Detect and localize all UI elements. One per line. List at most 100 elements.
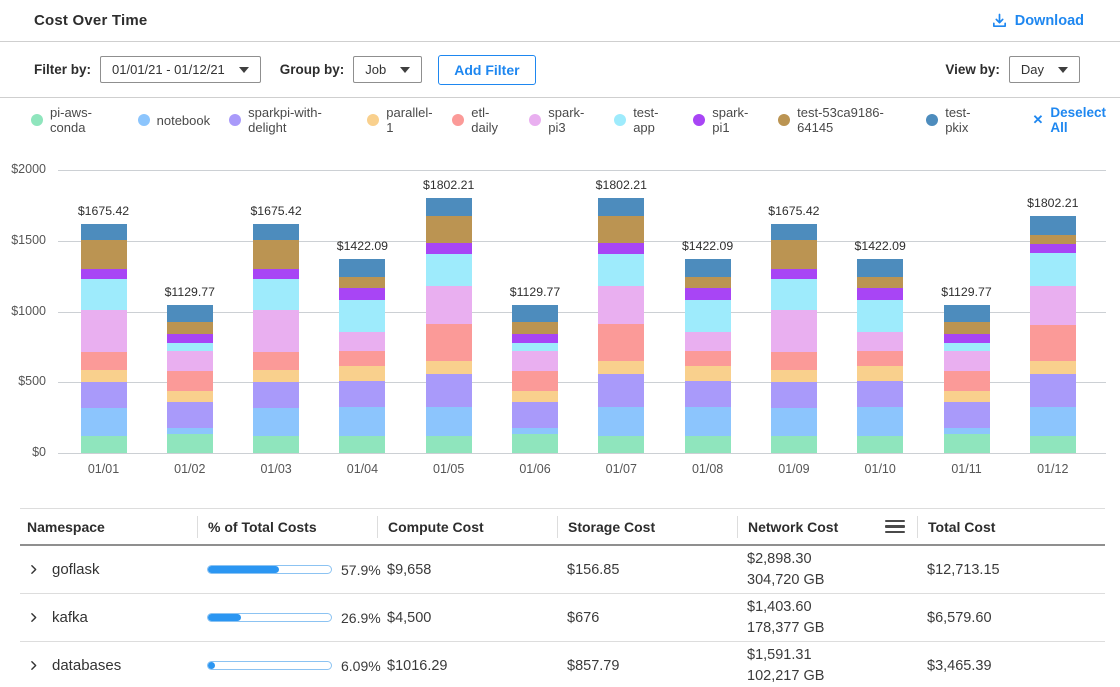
bar-segment-etl-daily[interactable] xyxy=(253,352,299,370)
bar-segment-etl-daily[interactable] xyxy=(512,371,558,391)
bar-segment-test-pkix[interactable] xyxy=(512,305,558,323)
bar-segment-pi-aws-conda[interactable] xyxy=(771,436,817,453)
bar-segment-notebook[interactable] xyxy=(1030,407,1076,436)
bar-segment-notebook[interactable] xyxy=(857,407,903,436)
bar-segment-etl-daily[interactable] xyxy=(771,352,817,370)
legend-item-parallel-1[interactable]: parallel-1 xyxy=(367,105,433,135)
bar-segment-spark-pi3[interactable] xyxy=(1030,286,1076,324)
bar-segment-sparkpi-with-delight[interactable] xyxy=(1030,374,1076,407)
bar-segment-sparkpi-with-delight[interactable] xyxy=(512,402,558,428)
bar-segment-spark-pi1[interactable] xyxy=(1030,244,1076,253)
bar-segment-spark-pi3[interactable] xyxy=(857,332,903,351)
download-button[interactable]: Download xyxy=(991,12,1084,29)
bar-segment-test-app[interactable] xyxy=(598,254,644,287)
group-by-select[interactable]: Job xyxy=(353,56,422,83)
stacked-bar[interactable] xyxy=(1030,216,1076,453)
bar-segment-parallel-1[interactable] xyxy=(81,370,127,382)
bar-segment-spark-pi3[interactable] xyxy=(81,310,127,352)
bar-segment-pi-aws-conda[interactable] xyxy=(685,436,731,453)
bar-segment-test-pkix[interactable] xyxy=(1030,216,1076,234)
bar-segment-test-app[interactable] xyxy=(771,279,817,310)
stacked-bar[interactable] xyxy=(339,259,385,453)
bar-segment-spark-pi3[interactable] xyxy=(944,351,990,371)
bar-segment-test-app[interactable] xyxy=(944,343,990,350)
stacked-bar[interactable] xyxy=(685,259,731,453)
bar-segment-spark-pi3[interactable] xyxy=(253,310,299,352)
bar-segment-test-pkix[interactable] xyxy=(857,259,903,278)
bar-segment-etl-daily[interactable] xyxy=(685,351,731,365)
table-row-kafka[interactable]: kafka26.9%$4,500$676$1,403.60178,377 GB$… xyxy=(20,594,1105,642)
bar-segment-sparkpi-with-delight[interactable] xyxy=(771,382,817,408)
bar-segment-notebook[interactable] xyxy=(771,408,817,436)
bar-segment-pi-aws-conda[interactable] xyxy=(81,436,127,453)
bar-segment-spark-pi1[interactable] xyxy=(771,269,817,279)
bar-segment-test-app[interactable] xyxy=(512,343,558,350)
bar-segment-test-app[interactable] xyxy=(253,279,299,310)
bar-segment-pi-aws-conda[interactable] xyxy=(253,436,299,453)
bar-segment-spark-pi3[interactable] xyxy=(426,286,472,324)
bar-segment-spark-pi1[interactable] xyxy=(81,269,127,279)
bar-segment-pi-aws-conda[interactable] xyxy=(944,434,990,453)
bar-segment-test-pkix[interactable] xyxy=(339,259,385,278)
bar-segment-spark-pi1[interactable] xyxy=(857,288,903,300)
bar-segment-parallel-1[interactable] xyxy=(944,391,990,403)
bar-segment-etl-daily[interactable] xyxy=(598,324,644,361)
bar-segment-spark-pi1[interactable] xyxy=(944,334,990,343)
stacked-bar[interactable] xyxy=(426,198,472,453)
bar-segment-parallel-1[interactable] xyxy=(167,391,213,403)
chevron-right-icon[interactable] xyxy=(27,611,40,624)
bar-segment-test-pkix[interactable] xyxy=(253,224,299,240)
bar-segment-test-app[interactable] xyxy=(426,254,472,287)
bar-segment-test-53ca9186-64145[interactable] xyxy=(81,240,127,269)
bar-segment-test-53ca9186-64145[interactable] xyxy=(426,216,472,243)
bar-segment-sparkpi-with-delight[interactable] xyxy=(426,374,472,407)
legend-item-test-app[interactable]: test-app xyxy=(614,105,674,135)
bar-segment-test-53ca9186-64145[interactable] xyxy=(512,322,558,334)
bar-segment-spark-pi3[interactable] xyxy=(167,351,213,371)
bar-segment-test-53ca9186-64145[interactable] xyxy=(857,277,903,288)
bar-segment-test-app[interactable] xyxy=(685,300,731,332)
bar-segment-parallel-1[interactable] xyxy=(512,391,558,403)
bar-segment-sparkpi-with-delight[interactable] xyxy=(253,382,299,408)
bar-segment-parallel-1[interactable] xyxy=(253,370,299,382)
bar-segment-etl-daily[interactable] xyxy=(81,352,127,370)
bar-segment-parallel-1[interactable] xyxy=(426,361,472,374)
legend-item-pi-aws-conda[interactable]: pi-aws-conda xyxy=(31,105,119,135)
bar-segment-spark-pi3[interactable] xyxy=(512,351,558,371)
stacked-bar[interactable] xyxy=(81,224,127,453)
bar-segment-etl-daily[interactable] xyxy=(167,371,213,391)
stacked-bar[interactable] xyxy=(944,305,990,453)
bar-segment-pi-aws-conda[interactable] xyxy=(339,436,385,453)
legend-item-test-53ca9186-64145[interactable]: test-53ca9186-64145 xyxy=(778,105,907,135)
bar-segment-parallel-1[interactable] xyxy=(857,366,903,382)
bar-segment-test-pkix[interactable] xyxy=(81,224,127,240)
bar-segment-pi-aws-conda[interactable] xyxy=(512,434,558,453)
legend-item-test-pkix[interactable]: test-pkix xyxy=(926,105,987,135)
legend-item-sparkpi-with-delight[interactable]: sparkpi-with-delight xyxy=(229,105,348,135)
chevron-right-icon[interactable] xyxy=(27,563,40,576)
bar-segment-sparkpi-with-delight[interactable] xyxy=(944,402,990,428)
bar-segment-test-53ca9186-64145[interactable] xyxy=(1030,235,1076,244)
bar-segment-test-53ca9186-64145[interactable] xyxy=(598,216,644,243)
bar-segment-pi-aws-conda[interactable] xyxy=(167,434,213,453)
legend-item-notebook[interactable]: notebook xyxy=(138,113,211,128)
legend-item-spark-pi1[interactable]: spark-pi1 xyxy=(693,105,759,135)
bar-segment-test-pkix[interactable] xyxy=(167,305,213,323)
bar-segment-notebook[interactable] xyxy=(253,408,299,436)
bar-segment-spark-pi3[interactable] xyxy=(685,332,731,351)
bar-segment-test-53ca9186-64145[interactable] xyxy=(167,322,213,334)
bar-segment-sparkpi-with-delight[interactable] xyxy=(339,381,385,407)
stacked-bar[interactable] xyxy=(167,305,213,453)
stacked-bar[interactable] xyxy=(512,305,558,453)
bar-segment-test-53ca9186-64145[interactable] xyxy=(253,240,299,269)
bar-segment-test-app[interactable] xyxy=(81,279,127,310)
bar-segment-spark-pi3[interactable] xyxy=(771,310,817,352)
stacked-bar[interactable] xyxy=(771,224,817,453)
bar-segment-test-app[interactable] xyxy=(1030,253,1076,286)
bar-segment-test-pkix[interactable] xyxy=(944,305,990,323)
bar-segment-sparkpi-with-delight[interactable] xyxy=(857,381,903,407)
table-row-goflask[interactable]: goflask57.9%$9,658$156.85$2,898.30304,72… xyxy=(20,546,1105,594)
stacked-bar[interactable] xyxy=(857,259,903,453)
bar-segment-notebook[interactable] xyxy=(81,408,127,436)
bar-segment-etl-daily[interactable] xyxy=(857,351,903,365)
